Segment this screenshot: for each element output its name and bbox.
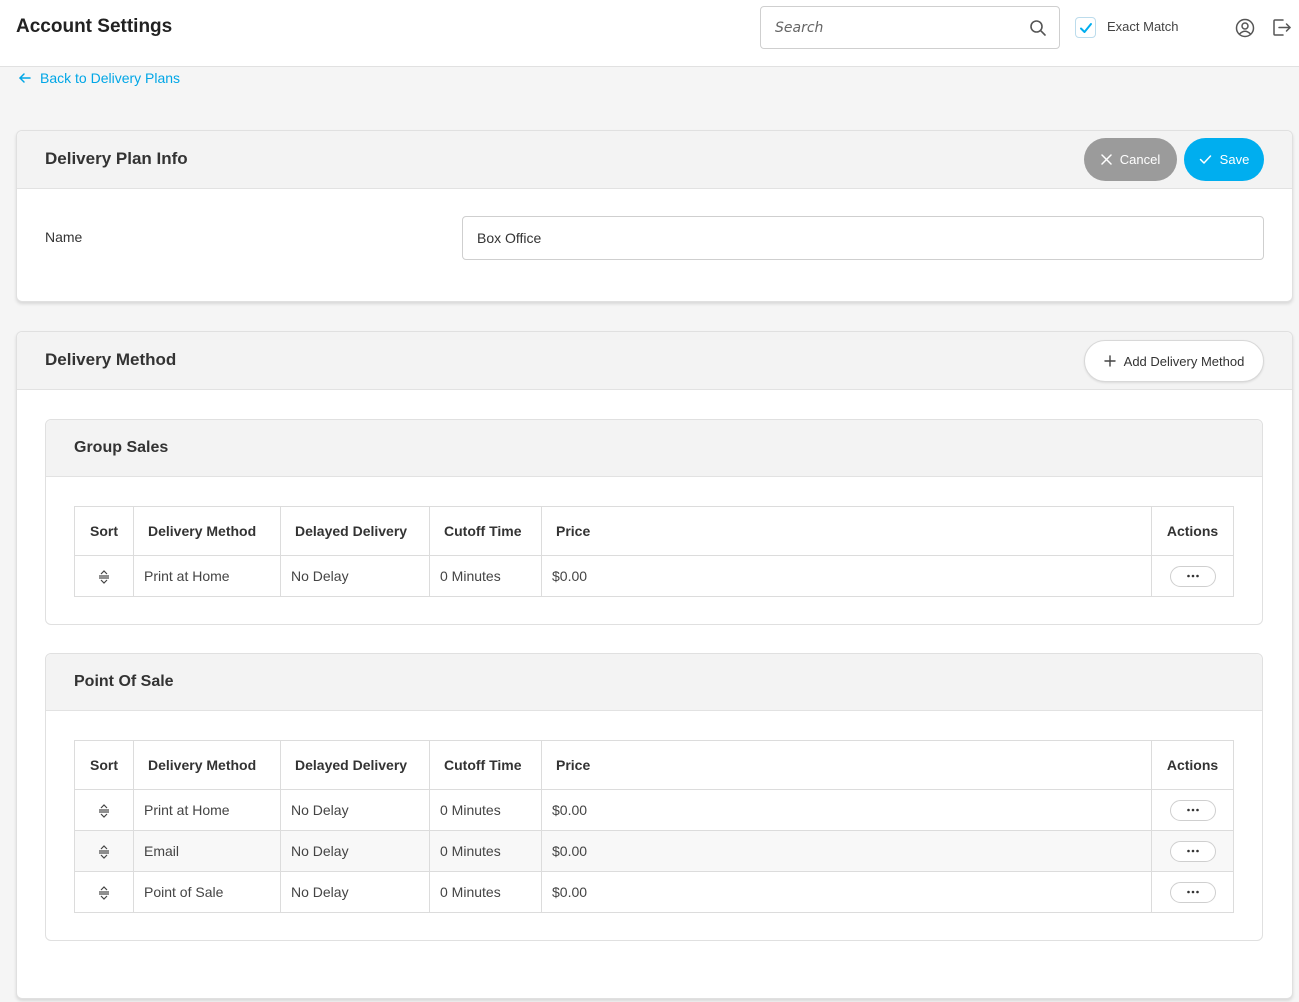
column-header: Delivery Method: [133, 740, 281, 790]
cutoff-time-cell: 0 Minutes: [429, 555, 542, 597]
section-title: Point Of Sale: [74, 673, 174, 690]
cancel-button[interactable]: Cancel: [1084, 138, 1177, 181]
section-title: Group Sales: [74, 439, 169, 456]
column-header: Sort: [74, 740, 134, 790]
search-icon[interactable]: [1029, 19, 1047, 37]
table-row: Point of Sale No Delay 0 Minutes $0.00: [74, 871, 1234, 913]
column-header: Actions: [1151, 506, 1234, 556]
check-icon: [1199, 155, 1211, 164]
sort-cell[interactable]: [74, 871, 134, 913]
delivery-method-cell: Point of Sale: [133, 871, 281, 913]
delivery-method-cell: Email: [133, 830, 281, 872]
price-cell: $0.00: [541, 789, 1152, 831]
drag-sort-icon[interactable]: [97, 886, 111, 900]
cutoff-time-cell: 0 Minutes: [429, 830, 542, 872]
actions-cell: [1151, 871, 1234, 913]
search-input[interactable]: [775, 18, 1015, 38]
price-cell: $0.00: [541, 830, 1152, 872]
actions-cell: [1151, 555, 1234, 597]
panel-title: Delivery Method: [45, 350, 177, 369]
section-header: Group Sales: [46, 420, 1262, 477]
column-header: Delivery Method: [133, 506, 281, 556]
more-horizontal-icon: [1186, 808, 1199, 812]
back-to-delivery-plans-link[interactable]: Back to Delivery Plans: [18, 70, 180, 86]
name-label: Name: [45, 229, 83, 245]
arrow-left-icon: [19, 73, 31, 83]
column-header: Price: [541, 740, 1152, 790]
table-row: Print at Home No Delay 0 Minutes $0.00: [74, 789, 1234, 831]
top-bar: Account Settings Exact Match: [0, 0, 1299, 67]
actions-cell: [1151, 830, 1234, 872]
name-input[interactable]: [462, 216, 1264, 260]
user-profile-icon[interactable]: [1235, 18, 1255, 38]
delivery-plan-info-panel: Delivery Plan Info Cancel Save Name: [16, 130, 1293, 302]
column-header: Delayed Delivery: [280, 740, 430, 790]
delayed-delivery-cell: No Delay: [280, 830, 430, 872]
table-header-row: Sort Delivery Method Delayed Delivery Cu…: [74, 740, 1234, 790]
drag-sort-icon[interactable]: [97, 845, 111, 859]
panel-title: Delivery Plan Info: [45, 149, 188, 168]
search-box[interactable]: [760, 6, 1060, 49]
more-horizontal-icon: [1186, 890, 1199, 894]
section-header: Point Of Sale: [46, 654, 1262, 711]
back-link-label[interactable]: Back to Delivery Plans: [40, 70, 180, 86]
exact-match-checkbox[interactable]: [1075, 17, 1096, 38]
table-row: Print at Home No Delay 0 Minutes $0.00: [74, 555, 1234, 597]
row-actions-button[interactable]: [1169, 565, 1216, 587]
close-icon: [1101, 154, 1112, 165]
table-row: Email No Delay 0 Minutes $0.00: [74, 830, 1234, 872]
row-actions-button[interactable]: [1169, 881, 1216, 903]
more-horizontal-icon: [1186, 849, 1199, 853]
sort-cell[interactable]: [74, 555, 134, 597]
column-header: Sort: [74, 506, 134, 556]
column-header: Cutoff Time: [429, 506, 542, 556]
cancel-button-label: Cancel: [1119, 152, 1161, 167]
delayed-delivery-cell: No Delay: [280, 555, 430, 597]
delivery-method-cell: Print at Home: [133, 789, 281, 831]
save-button[interactable]: Save: [1184, 138, 1264, 181]
delayed-delivery-cell: No Delay: [280, 789, 430, 831]
group-sales-section: Group Sales Sort Delivery Method Delayed…: [45, 419, 1263, 625]
point-of-sale-section: Point Of Sale Sort Delivery Method Delay…: [45, 653, 1263, 941]
sort-cell[interactable]: [74, 830, 134, 872]
more-horizontal-icon: [1186, 574, 1199, 578]
table-header-row: Sort Delivery Method Delayed Delivery Cu…: [74, 506, 1234, 556]
column-header: Delayed Delivery: [280, 506, 430, 556]
delayed-delivery-cell: No Delay: [280, 871, 430, 913]
logout-icon[interactable]: [1271, 17, 1292, 38]
save-button-label: Save: [1219, 152, 1250, 167]
sort-cell[interactable]: [74, 789, 134, 831]
delivery-method-cell: Print at Home: [133, 555, 281, 597]
panel-header: Delivery Method Add Delivery Method: [17, 332, 1292, 390]
price-cell: $0.00: [541, 555, 1152, 597]
drag-sort-icon[interactable]: [97, 804, 111, 818]
add-delivery-method-label: Add Delivery Method: [1123, 353, 1245, 369]
add-delivery-method-button[interactable]: Add Delivery Method: [1084, 340, 1264, 382]
price-cell: $0.00: [541, 871, 1152, 913]
row-actions-button[interactable]: [1169, 799, 1216, 821]
column-header: Price: [541, 506, 1152, 556]
panel-header: Delivery Plan Info Cancel Save: [17, 131, 1292, 189]
plus-icon: [1103, 355, 1116, 367]
app-title: Account Settings: [16, 16, 173, 37]
delivery-method-panel: Delivery Method Add Delivery Method Grou…: [16, 331, 1293, 999]
drag-sort-icon[interactable]: [97, 570, 111, 584]
delivery-method-table: Sort Delivery Method Delayed Delivery Cu…: [74, 740, 1234, 913]
actions-cell: [1151, 789, 1234, 831]
delivery-method-table: Sort Delivery Method Delayed Delivery Cu…: [74, 506, 1234, 597]
check-icon: [1079, 22, 1092, 33]
cutoff-time-cell: 0 Minutes: [429, 789, 542, 831]
row-actions-button[interactable]: [1169, 840, 1216, 862]
cutoff-time-cell: 0 Minutes: [429, 871, 542, 913]
exact-match-label: Exact Match: [1107, 19, 1179, 34]
column-header: Cutoff Time: [429, 740, 542, 790]
column-header: Actions: [1151, 740, 1234, 790]
